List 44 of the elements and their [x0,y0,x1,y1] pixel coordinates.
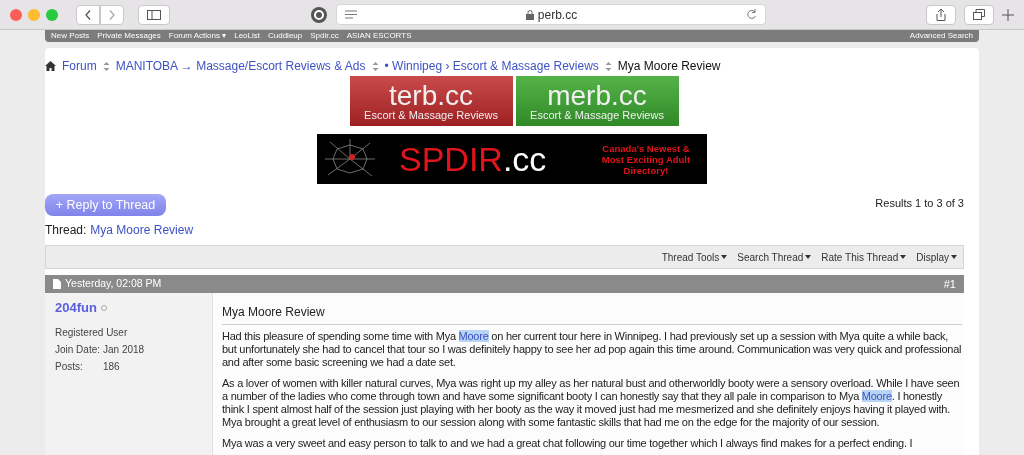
nav-link[interactable]: ASIAN ESCORTS [346,32,412,40]
post-date: Yesterday, 02:08 PM [65,276,162,292]
banner-tagline: Canada's Newest & Most Exciting Adult Directory! [600,142,692,176]
breadcrumb-current: Mya Moore Review [617,58,721,75]
banner-suffix: .cc [502,140,547,178]
ad-banner[interactable]: terb.cc Escort & Massage Reviews [349,76,513,126]
toolbar-dropdown[interactable]: Display [916,249,957,265]
field-value: Jan 2018 [103,342,145,357]
results-text: Results 1 to 3 of 3 [875,196,964,211]
post-title: Mya Moore Review [222,303,962,325]
banner-subtitle: Escort & Massage Reviews [530,109,664,121]
nav-link[interactable]: Cuddleup [268,32,303,40]
post-paragraph: As a lover of women with killer natural curves, Mya was right up my alley as her natural bust and otherworldly booty were a sensory overload. While I have seen a number of the ladies who come through town and have some significant booty I can honestly say that they all pale in comparison to Mya Moore. I honestly think I spent almost half of the session just playing with her booty as the way it moved just had me mesmerized and she definitely enjoys having it played with. Mya brought a great level of enthusiasm to our session along with some fantastic skills that had me on the edge for the majority of our session. [222,377,961,429]
nav-link[interactable]: Spdir.cc [310,32,339,40]
breadcrumb-link[interactable]: MANITOBA → Massage/Escort Reviews & Ads [115,57,366,75]
nav-link[interactable]: Forum Actions ▾ [168,32,227,40]
field-label: Join Date: [55,342,102,357]
post-paragraph: Mya was a very sweet and easy person to talk to and we had a great chat following our time together which I always find makes for a perfect ending. I [222,437,914,450]
toolbar-dropdown[interactable]: Search Thread [737,249,812,265]
nav-link[interactable]: New Posts [51,32,90,40]
banner-title: SPDIR [399,140,503,178]
breadcrumb-link[interactable]: • Winnipeg › Escort & Massage Reviews [384,57,599,75]
thread-title-link[interactable]: Mya Moore Review [90,221,194,239]
post-number-link[interactable]: #1 [943,275,956,293]
toolbar-dropdown[interactable]: Rate This Thread [821,249,907,265]
thread-label: Thread: [45,222,87,239]
post-paragraph: Had this pleasure of spending some time with Mya Moore on her current tour here in Winnipeg. I had previously set up a session with Mya quite a while back, but unfortunately she had to cancel that tour so I was definitely happy to see her ad pop again this time around. Communication was very quick and professional and after some basic screening we had a date set. [222,330,962,369]
reply-button[interactable]: + Reply to Thread [45,194,166,216]
breadcrumb-link[interactable]: Forum [62,57,97,75]
user-rank: Registered User [55,325,129,340]
nav-link[interactable]: LeoList [234,32,260,40]
username-link[interactable]: 204fun [55,298,97,318]
address-text: perb.cc [537,6,578,24]
banner-subtitle: Escort & Massage Reviews [364,109,498,121]
advanced-search-link[interactable]: Advanced Search [909,32,973,40]
banner-title: terb.cc [389,81,473,110]
ad-banner[interactable]: SPDIR.cc Canada's Newest & Most Exciting Adult Directory! [317,134,707,184]
banner-title: merb.cc [547,81,647,110]
nav-link[interactable]: Private Messages [97,32,161,40]
field-value: 186 [103,359,120,374]
toolbar-dropdown[interactable]: Thread Tools [661,249,728,265]
address-bar[interactable]: perb.cc [336,4,766,25]
field-label: Posts: [55,359,84,374]
ad-banner[interactable]: merb.cc Escort & Massage Reviews [515,76,679,126]
